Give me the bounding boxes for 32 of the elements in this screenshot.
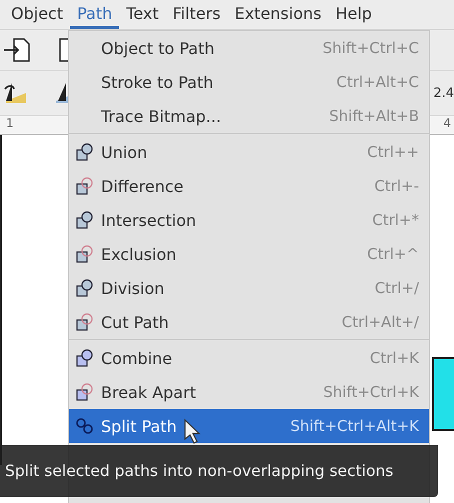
shapes-icon <box>75 348 95 368</box>
menu-item[interactable]: Object <box>4 0 70 29</box>
shapes-icon <box>75 382 95 402</box>
menu-item[interactable]: Split Path Shift+Ctrl+Alt+K <box>69 409 429 443</box>
menu-item[interactable]: Union Ctrl++ <box>69 135 429 169</box>
menu-item[interactable]: Exclusion Ctrl+^ <box>69 237 429 271</box>
shapes-icon <box>75 244 95 264</box>
menu-item[interactable]: Stroke to Path Ctrl+Alt+C <box>69 65 429 99</box>
pointer-cursor-icon <box>183 418 201 444</box>
menu-item[interactable]: Help <box>328 0 379 29</box>
ruler-label: 4 <box>443 116 451 132</box>
menu-item[interactable]: Extensions <box>228 0 328 29</box>
menu-item[interactable]: Combine Ctrl+K <box>69 341 429 375</box>
shapes-icon <box>75 142 95 162</box>
menu-item[interactable]: Trace Bitmap... Shift+Alt+B <box>69 99 429 133</box>
shapes-icon <box>75 416 95 436</box>
import-icon[interactable] <box>2 36 32 64</box>
menu-item[interactable]: Break Apart Shift+Ctrl+K <box>69 375 429 409</box>
menu-item[interactable]: Intersection Ctrl+* <box>69 203 429 237</box>
shapes-icon <box>75 210 95 230</box>
shapes-icon <box>75 312 95 332</box>
menu-item[interactable]: Cut Path Ctrl+Alt+/ <box>69 305 429 339</box>
menu-item[interactable]: Difference Ctrl+- <box>69 169 429 203</box>
shapes-icon <box>75 278 95 298</box>
tooltip: Split selected paths into non-overlapping sections <box>0 445 438 497</box>
menu-item[interactable]: Object to Path Shift+Ctrl+C <box>69 31 429 65</box>
menu-item[interactable]: Filters <box>166 0 228 29</box>
value-text: 2.4 <box>433 86 454 100</box>
shapes-icon <box>75 176 95 196</box>
ruler-label: 1 <box>6 116 14 132</box>
menu-item[interactable]: Division Ctrl+/ <box>69 271 429 305</box>
menu-item[interactable]: Text <box>119 0 166 29</box>
